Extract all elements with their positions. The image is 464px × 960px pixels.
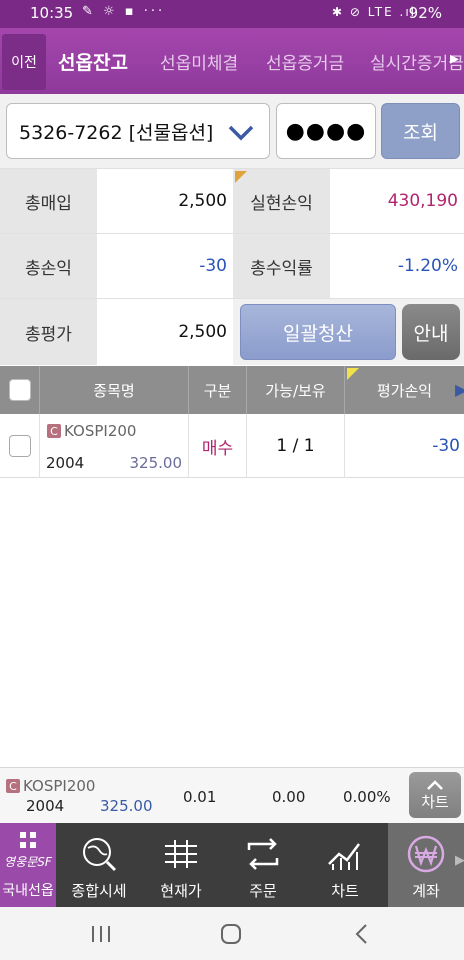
realized-pl-value: 430,190: [330, 169, 464, 233]
nav-current-price[interactable]: 현재가: [140, 823, 222, 907]
row-side: 매수: [189, 414, 247, 478]
app-logo-text: 영웅문SF: [4, 855, 52, 869]
ticker-product-name: KOSPI200: [23, 777, 96, 795]
call-option-icon: C: [6, 779, 20, 793]
back-button[interactable]: 이전: [2, 34, 46, 90]
total-pl-label: 총손익: [0, 234, 97, 298]
ticker-change: 0.00: [272, 788, 306, 806]
memo-marker-icon: [235, 171, 247, 183]
query-button[interactable]: 조회: [381, 103, 460, 159]
row-qty: 1 / 1: [247, 414, 345, 478]
signal-icons: ✱ ⊘ LTE .ıl: [332, 5, 416, 19]
header-side[interactable]: 구분: [189, 366, 247, 414]
row-select-cell: [0, 414, 40, 478]
system-nav-bar: [0, 907, 464, 960]
ticker-price: 0.01: [183, 788, 217, 806]
row-name-cell: C KOSPI200 2004 325.00: [40, 414, 189, 478]
table-row[interactable]: C KOSPI200 2004 325.00 매수 1 / 1 -30: [0, 414, 464, 478]
scroll-right-icon[interactable]: ▶: [455, 380, 464, 399]
nav-chart[interactable]: 차트: [304, 823, 386, 907]
exchange-arrows-icon: [247, 838, 279, 870]
nav-domestic-futures[interactable]: 영웅문SF 국내선옵: [0, 823, 56, 907]
total-buy-value: 2,500: [97, 169, 233, 233]
nav-label: 계좌: [412, 882, 440, 900]
globe-search-icon: [83, 838, 117, 872]
line-chart-icon: [328, 843, 360, 870]
nav-order[interactable]: 주문: [222, 823, 304, 907]
tab-futures-balance[interactable]: 선옵잔고: [58, 28, 128, 94]
tab-scroll-right-icon[interactable]: ▸: [450, 48, 464, 74]
tab-margin[interactable]: 선옵증거금: [266, 28, 344, 94]
total-return-value: -1.20%: [330, 234, 464, 298]
nav-more-icon[interactable]: ▶: [455, 853, 464, 868]
won-circle-icon: [407, 835, 445, 873]
status-time: 10:35: [30, 4, 74, 22]
nav-label: 종합시세: [71, 882, 127, 900]
home-icon[interactable]: [219, 922, 243, 946]
notification-icons: ✎ ☼ ▪ ···: [82, 4, 166, 19]
back-icon[interactable]: [352, 922, 372, 946]
total-buy-label: 총매입: [0, 169, 97, 233]
ticker-change-rate: 0.00%: [343, 788, 391, 806]
password-field[interactable]: ●●●●: [276, 103, 376, 159]
top-tab-bar: 이전 선옵잔고 선옵미체결 선옵증거금 실시간증거금 ▸: [0, 28, 464, 94]
table-header: 종목명 구분 가능/보유 평가손익 ▶: [0, 366, 464, 414]
row-checkbox[interactable]: [8, 435, 31, 457]
chart-button-label: 차트: [421, 792, 449, 811]
realized-pl-label: 실현손익: [233, 169, 330, 233]
guide-button[interactable]: 안내: [402, 304, 460, 360]
nav-market-overview[interactable]: 종합시세: [58, 823, 140, 907]
ticker-code: 2004: [26, 797, 65, 815]
call-option-icon: C: [47, 424, 61, 438]
chevron-up-icon: [427, 779, 443, 790]
row-product-name: KOSPI200: [64, 422, 137, 440]
status-bar: 10:35 ✎ ☼ ▪ ··· ✱ ⊘ LTE .ıl 92%: [0, 0, 464, 28]
row-eval-pl: -30: [432, 436, 460, 456]
select-all-checkbox[interactable]: [8, 379, 31, 401]
total-eval-value: 2,500: [97, 299, 233, 365]
memo-marker-icon: [347, 368, 359, 380]
nav-label: 주문: [249, 882, 277, 900]
nav-label: 현재가: [160, 882, 202, 900]
header-eval-pl[interactable]: 평가손익: [345, 366, 464, 414]
bottom-nav: 영웅문SF 국내선옵 종합시세 현재가 주문 차트 계좌 ▶: [0, 823, 464, 907]
account-row: 5326-7262 [선물옵션] ●●●● 조회: [0, 94, 464, 168]
account-select-value: 5326-7262 [선물옵션]: [19, 121, 214, 144]
bulk-close-button[interactable]: 일괄청산: [240, 304, 396, 360]
total-return-label: 총수익률: [233, 234, 330, 298]
row-code: 2004: [46, 454, 85, 472]
quote-ticker[interactable]: C KOSPI200 2004 325.00 0.01 0.00 0.00%: [0, 767, 464, 823]
nav-account[interactable]: 계좌: [388, 823, 464, 907]
row-strike: 325.00: [129, 454, 183, 472]
recent-apps-icon[interactable]: [90, 924, 112, 944]
chevron-down-icon: [228, 125, 254, 141]
total-pl-value: -30: [97, 234, 233, 298]
ticker-strike: 325.00: [100, 797, 153, 815]
battery-level: 92%: [408, 4, 442, 22]
tab-unfilled[interactable]: 선옵미체결: [160, 28, 238, 94]
price-bars-icon: [165, 840, 197, 868]
account-select[interactable]: 5326-7262 [선물옵션]: [6, 103, 270, 159]
nav-label: 차트: [331, 882, 359, 900]
header-qty[interactable]: 가능/보유: [247, 366, 345, 414]
header-name[interactable]: 종목명: [40, 366, 189, 414]
nav-label: 국내선옵: [2, 883, 54, 899]
total-eval-label: 총평가: [0, 299, 97, 365]
grid-icon: [20, 832, 36, 848]
chart-button[interactable]: 차트: [409, 772, 461, 818]
select-all-cell: [0, 366, 40, 414]
